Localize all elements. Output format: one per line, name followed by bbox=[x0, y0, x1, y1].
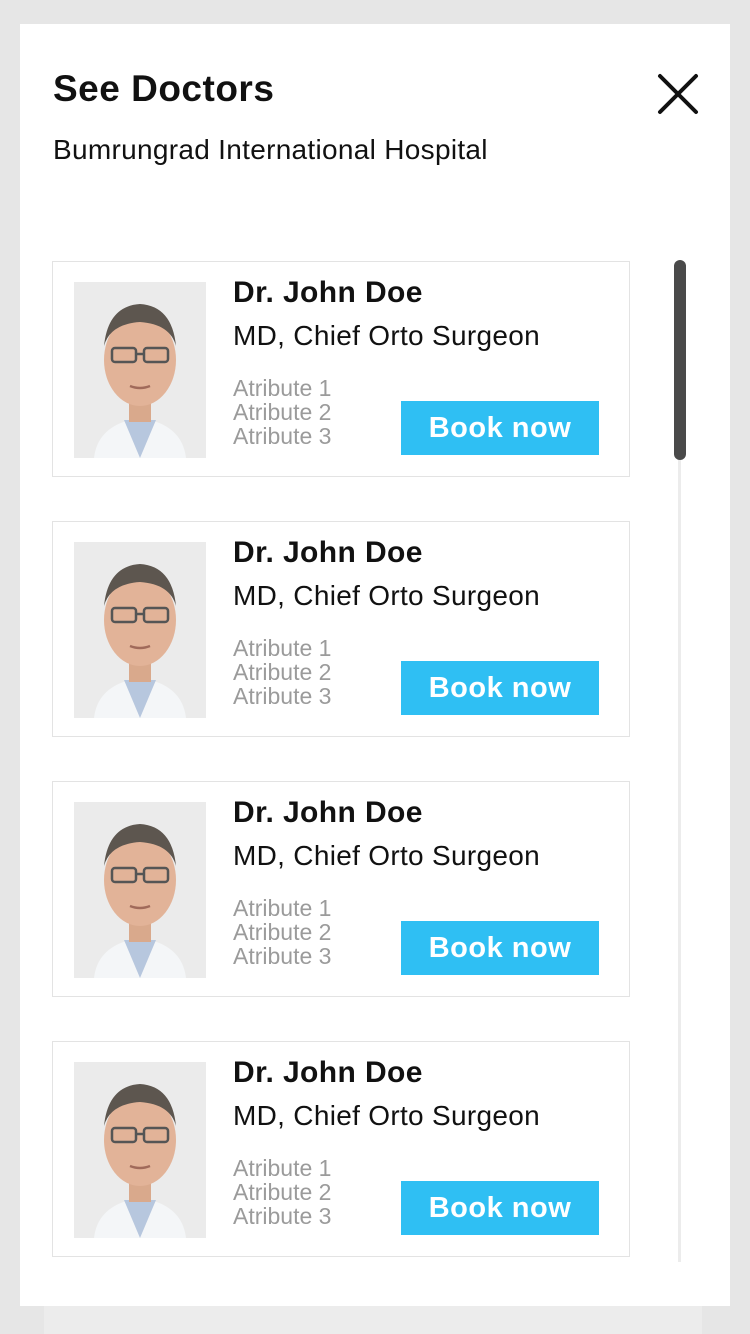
attribute-item: Atribute 2 bbox=[233, 919, 332, 945]
doctor-card: Dr. John Doe MD, Chief Orto Surgeon Atri… bbox=[52, 1041, 630, 1257]
attribute-item: Atribute 2 bbox=[233, 1179, 332, 1205]
background-sheet bbox=[44, 1306, 702, 1334]
doctor-photo bbox=[74, 1062, 206, 1238]
attribute-item: Atribute 1 bbox=[233, 375, 332, 401]
attribute-item: Atribute 1 bbox=[233, 895, 332, 921]
doctor-attributes: Atribute 1 Atribute 2 Atribute 3 bbox=[233, 376, 331, 448]
scrollbar-thumb[interactable] bbox=[674, 260, 686, 460]
attribute-item: Atribute 2 bbox=[233, 659, 332, 685]
doctor-name: Dr. John Doe bbox=[233, 1056, 423, 1089]
doctor-title: MD, Chief Orto Surgeon bbox=[233, 840, 540, 871]
doctor-photo bbox=[74, 282, 206, 458]
doctor-attributes: Atribute 1 Atribute 2 Atribute 3 bbox=[233, 896, 331, 968]
doctor-attributes: Atribute 1 Atribute 2 Atribute 3 bbox=[233, 636, 331, 708]
attribute-item: Atribute 2 bbox=[233, 399, 332, 425]
attribute-item: Atribute 1 bbox=[233, 635, 332, 661]
doctor-title: MD, Chief Orto Surgeon bbox=[233, 1100, 540, 1131]
doctor-card: Dr. John Doe MD, Chief Orto Surgeon Atri… bbox=[52, 261, 630, 477]
book-now-button[interactable]: Book now bbox=[401, 661, 599, 715]
doctor-title: MD, Chief Orto Surgeon bbox=[233, 320, 540, 351]
doctor-card: Dr. John Doe MD, Chief Orto Surgeon Atri… bbox=[52, 781, 630, 997]
doctor-card: Dr. John Doe MD, Chief Orto Surgeon Atri… bbox=[52, 521, 630, 737]
hospital-name: Bumrungrad International Hospital bbox=[53, 134, 488, 165]
attribute-item: Atribute 3 bbox=[233, 423, 332, 449]
doctor-name: Dr. John Doe bbox=[233, 276, 423, 309]
doctor-photo bbox=[74, 802, 206, 978]
close-icon[interactable] bbox=[654, 70, 702, 118]
see-doctors-modal: See Doctors Bumrungrad International Hos… bbox=[20, 24, 730, 1306]
book-now-button[interactable]: Book now bbox=[401, 1181, 599, 1235]
attribute-item: Atribute 3 bbox=[233, 1203, 332, 1229]
doctor-attributes: Atribute 1 Atribute 2 Atribute 3 bbox=[233, 1156, 331, 1228]
doctor-name: Dr. John Doe bbox=[233, 796, 423, 829]
modal-title: See Doctors bbox=[53, 68, 275, 109]
book-now-button[interactable]: Book now bbox=[401, 401, 599, 455]
attribute-item: Atribute 3 bbox=[233, 943, 332, 969]
doctor-title: MD, Chief Orto Surgeon bbox=[233, 580, 540, 611]
attribute-item: Atribute 1 bbox=[233, 1155, 332, 1181]
doctor-name: Dr. John Doe bbox=[233, 536, 423, 569]
doctor-photo bbox=[74, 542, 206, 718]
attribute-item: Atribute 3 bbox=[233, 683, 332, 709]
book-now-button[interactable]: Book now bbox=[401, 921, 599, 975]
